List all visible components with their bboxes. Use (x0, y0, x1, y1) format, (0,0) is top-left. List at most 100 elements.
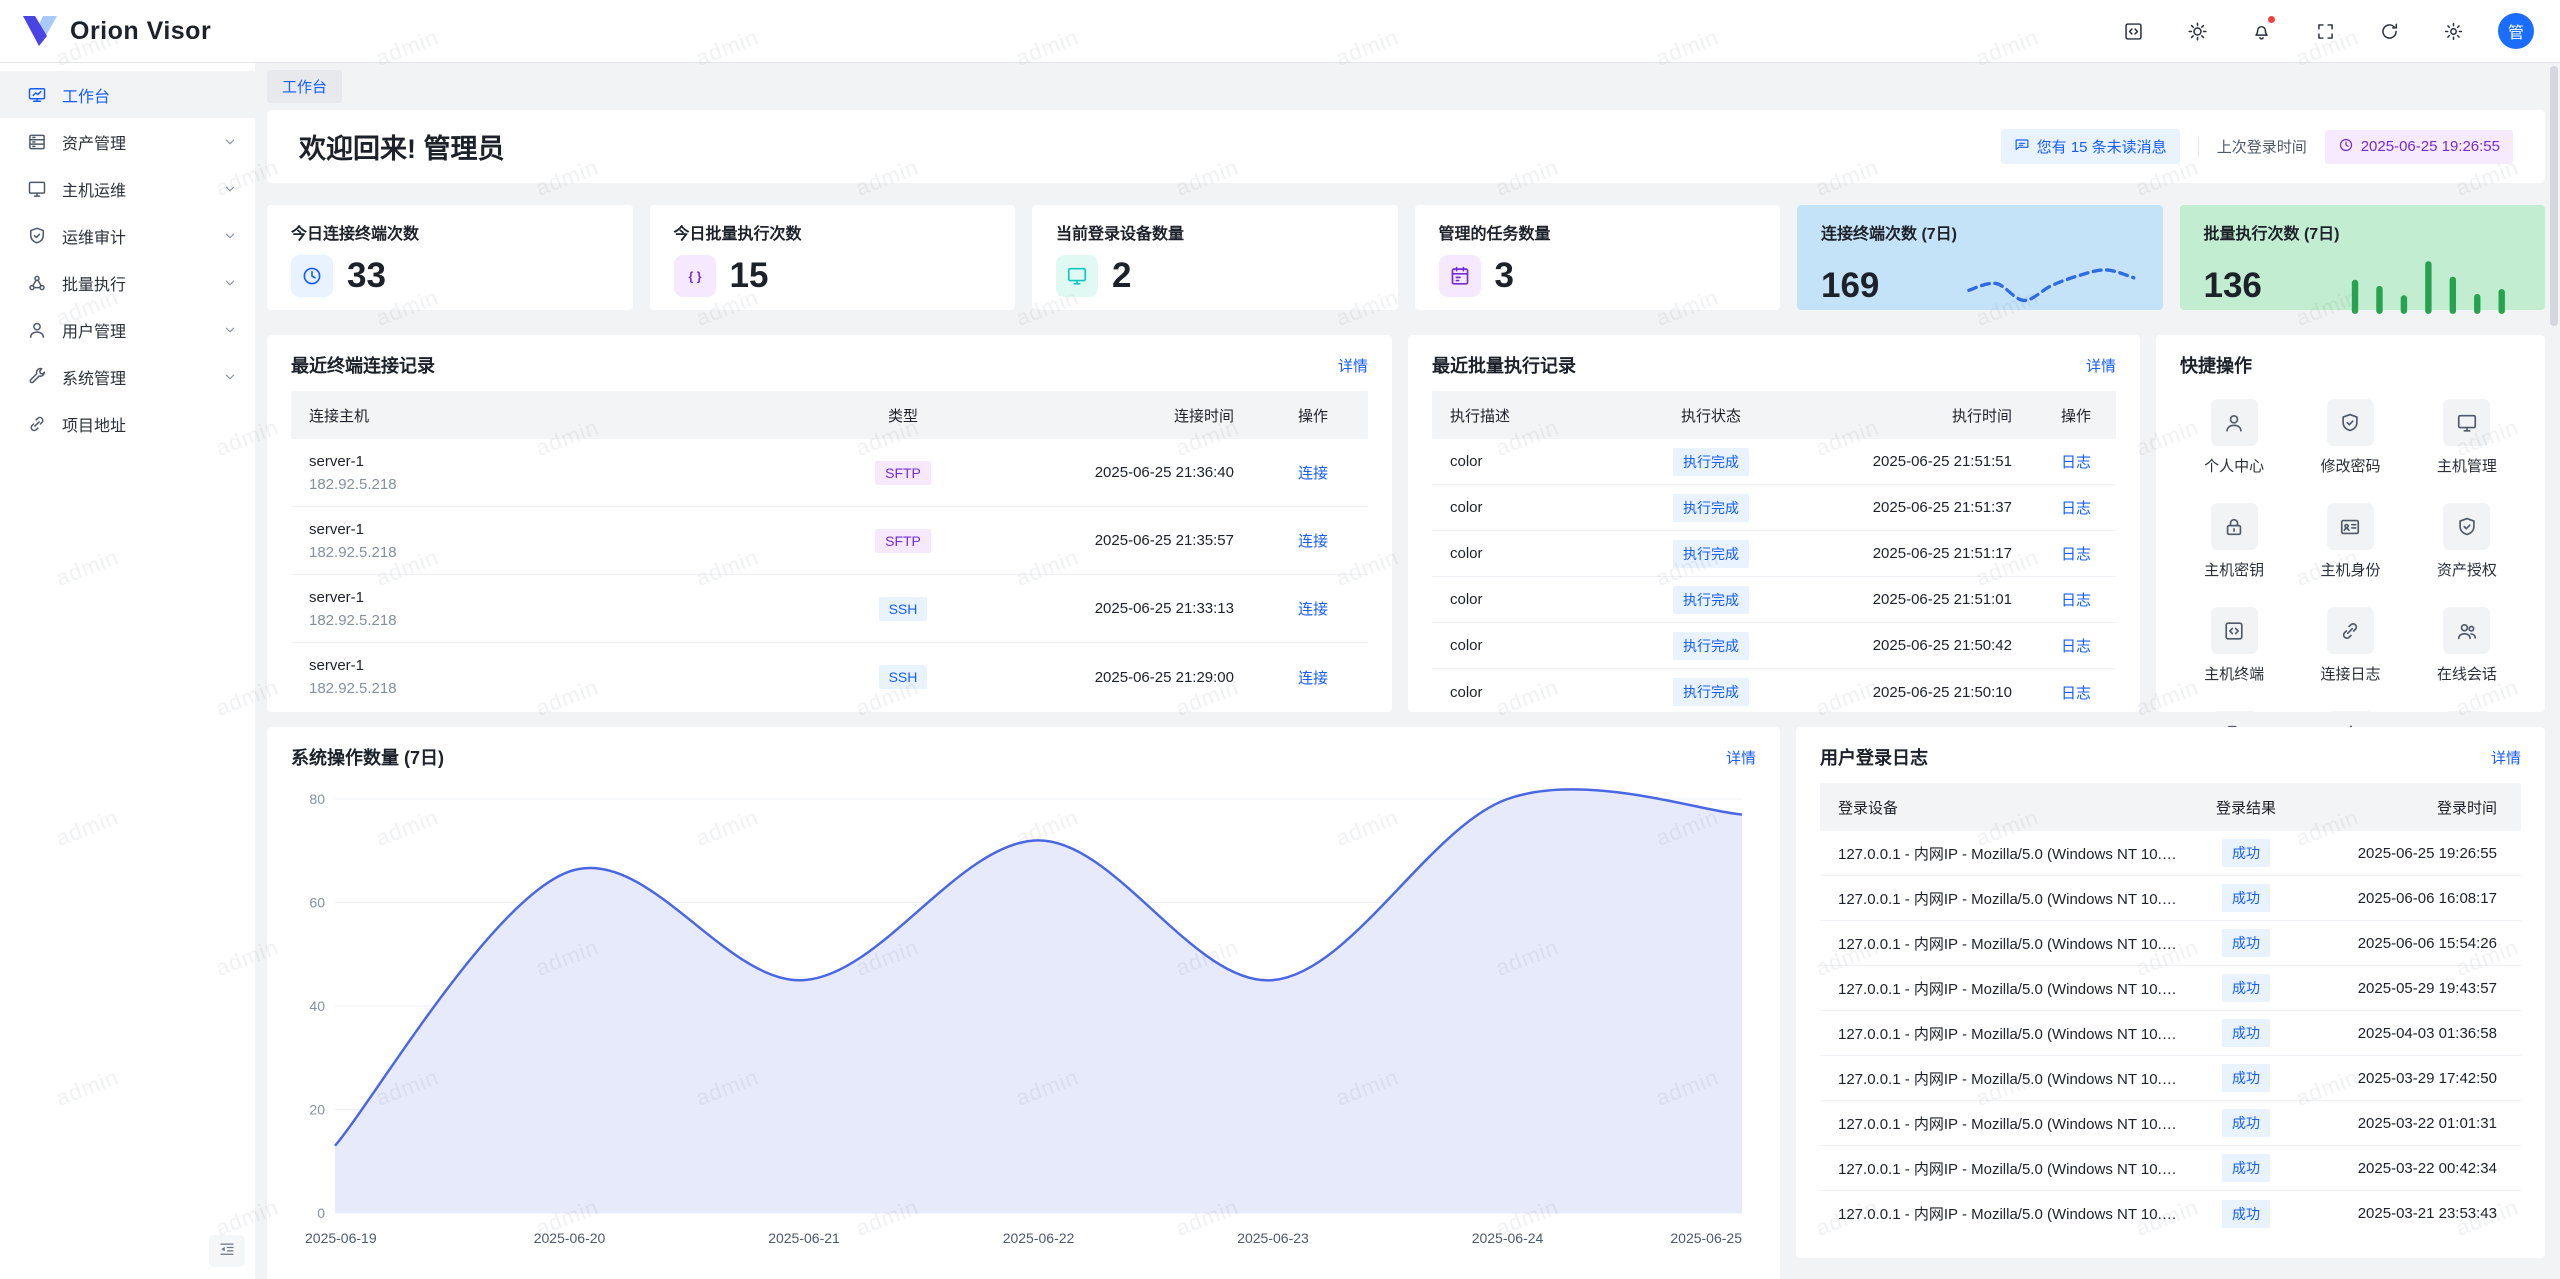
task-icon (1439, 255, 1481, 297)
quick-action-修改密码[interactable]: 修改密码 (2292, 399, 2408, 476)
exec-description: color (1432, 684, 1636, 701)
login-time: 2025-03-21 23:53:43 (2301, 1205, 2521, 1222)
table-row: 127.0.0.1 - 内网IP - Mozilla/5.0 (Windows … (1820, 1191, 2521, 1236)
table-row: server-1182.92.5.218SSH2025-06-25 21:29:… (291, 643, 1368, 711)
svg-text:{ }: { } (688, 269, 701, 283)
link-icon (27, 414, 47, 434)
connect-link[interactable]: 连接 (1258, 530, 1368, 551)
host-ip: 182.92.5.218 (309, 541, 838, 564)
sidebar-item-label: 用户管理 (62, 318, 126, 342)
table-row: color执行完成2025-06-25 21:51:17日志 (1432, 531, 2116, 577)
table-row: color执行完成2025-06-25 21:51:01日志 (1432, 577, 2116, 623)
breadcrumb-item-workbench[interactable]: 工作台 (267, 70, 342, 103)
quick-action-主机密钥[interactable]: 主机密钥 (2176, 503, 2292, 580)
connect-link[interactable]: 连接 (1258, 667, 1368, 688)
connect-link[interactable]: 连接 (1258, 598, 1368, 619)
stat-value: 15 (730, 256, 769, 296)
result-badge: 成功 (2222, 839, 2270, 867)
result-badge: 成功 (2222, 1200, 2270, 1228)
table-row: color执行完成2025-06-25 21:51:51日志 (1432, 439, 2116, 485)
sidebar-item-workbench[interactable]: 工作台 (0, 71, 255, 118)
sidebar-item-ops-audit[interactable]: 运维审计 (0, 212, 255, 259)
quick-action-主机管理[interactable]: 主机管理 (2409, 399, 2525, 476)
sidebar-item-batch-exec[interactable]: 批量执行 (0, 259, 255, 306)
code-square-icon (2123, 21, 2144, 42)
stat-value: 33 (347, 256, 386, 296)
quick-action-资产授权[interactable]: 资产授权 (2409, 503, 2525, 580)
log-link[interactable]: 日志 (2036, 589, 2116, 610)
breadcrumb: 工作台 (267, 63, 2545, 110)
quick-action-在线会话[interactable]: 在线会话 (2409, 607, 2525, 684)
log-link[interactable]: 日志 (2036, 497, 2116, 518)
sun-icon (2187, 21, 2208, 42)
unread-messages-badge[interactable]: 您有 15 条未读消息 (2001, 129, 2180, 164)
svg-text:2025-06-24: 2025-06-24 (1472, 1230, 1544, 1246)
stat-label: 管理的任务数量 (1439, 220, 1757, 244)
quick-action-连接日志[interactable]: 连接日志 (2292, 607, 2408, 684)
stats-row: 今日连接终端次数33今日批量执行次数{ }15当前登录设备数量2管理的任务数量3… (267, 205, 2545, 310)
sidebar-item-user-mgmt[interactable]: 用户管理 (0, 306, 255, 353)
svg-text:2025-06-22: 2025-06-22 (1003, 1230, 1075, 1246)
connect-link[interactable]: 连接 (1258, 462, 1368, 483)
log-link[interactable]: 日志 (2036, 635, 2116, 656)
quick-action-label: 个人中心 (2204, 455, 2264, 476)
sidebar-item-system-mgmt[interactable]: 系统管理 (0, 353, 255, 400)
sidebar-item-label: 工作台 (62, 83, 110, 107)
exec-time: 2025-06-25 21:51:17 (1786, 545, 2036, 562)
status-badge: 执行完成 (1673, 586, 1749, 614)
sidebar-item-project-url[interactable]: 项目地址 (0, 400, 255, 447)
login-time: 2025-03-22 01:01:31 (2301, 1115, 2521, 1132)
sidebar-item-label: 运维审计 (62, 224, 126, 248)
connect-time: 2025-06-25 21:33:13 (968, 600, 1258, 617)
sidebar-collapse-button[interactable] (209, 1235, 245, 1267)
quick-action-个人中心[interactable]: 个人中心 (2176, 399, 2292, 476)
column-header: 类型 (838, 405, 968, 426)
batch-details-link[interactable]: 详情 (2086, 355, 2116, 376)
chart-details-link[interactable]: 详情 (1726, 747, 1756, 768)
fullscreen-button[interactable] (2306, 12, 2344, 50)
column-header: 登录时间 (2301, 797, 2521, 818)
quick-actions-panel: 快捷操作 个人中心修改密码主机管理主机密钥主机身份资产授权主机终端连接日志在线会… (2156, 335, 2545, 712)
table-row: 127.0.0.1 - 内网IP - Mozilla/5.0 (Windows … (1820, 876, 2521, 921)
sidebar-item-assets[interactable]: 资产管理 (0, 118, 255, 165)
divider (2198, 137, 2199, 157)
table-row: server-1182.92.5.218SSH2025-06-25 21:33:… (291, 575, 1368, 643)
top-bar: Orion Visor 管 (0, 0, 2560, 63)
user-login-log-panel: 用户登录日志 详情 登录设备登录结果登录时间127.0.0.1 - 内网IP -… (1796, 727, 2545, 1258)
login-device: 127.0.0.1 - 内网IP - Mozilla/5.0 (Windows … (1820, 933, 2191, 954)
terminal-connections-table: 连接主机类型连接时间操作server-1182.92.5.218SFTP2025… (291, 391, 1368, 711)
terminal-details-link[interactable]: 详情 (1338, 355, 1368, 376)
quick-action-label: 主机密钥 (2204, 559, 2264, 580)
brand: Orion Visor (22, 15, 211, 47)
monitor-icon (2443, 399, 2490, 446)
log-link[interactable]: 日志 (2036, 451, 2116, 472)
table-row: 127.0.0.1 - 内网IP - Mozilla/5.0 (Windows … (1820, 966, 2521, 1011)
refresh-icon (2379, 21, 2400, 42)
user-avatar[interactable]: 管 (2498, 13, 2534, 49)
page-scrollbar[interactable] (2550, 66, 2558, 326)
theme-button[interactable] (2178, 12, 2216, 50)
monitor-icon (1056, 255, 1098, 297)
quick-action-主机终端[interactable]: 主机终端 (2176, 607, 2292, 684)
chevron-down-icon (223, 182, 237, 196)
refresh-button[interactable] (2370, 12, 2408, 50)
status-badge: 执行完成 (1673, 632, 1749, 660)
stat-value: 169 (1821, 266, 1879, 306)
monitor-icon (27, 179, 47, 199)
log-link[interactable]: 日志 (2036, 682, 2116, 703)
quick-action-主机身份[interactable]: 主机身份 (2292, 503, 2408, 580)
quick-action-label: 主机身份 (2320, 559, 2380, 580)
users-icon (2443, 607, 2490, 654)
column-header: 操作 (1258, 405, 1368, 426)
sidebar-item-host-ops[interactable]: 主机运维 (0, 165, 255, 212)
app-title: Orion Visor (70, 17, 211, 46)
host-ip: 182.92.5.218 (309, 473, 838, 496)
sidebar-nav: 工作台资产管理主机运维运维审计批量执行用户管理系统管理项目地址 (0, 71, 255, 447)
login-details-link[interactable]: 详情 (2491, 747, 2521, 768)
column-header: 登录设备 (1820, 797, 2191, 818)
settings-button[interactable] (2434, 12, 2472, 50)
log-link[interactable]: 日志 (2036, 543, 2116, 564)
result-badge: 成功 (2222, 929, 2270, 957)
api-button[interactable] (2114, 12, 2152, 50)
notifications-button[interactable] (2242, 12, 2280, 50)
